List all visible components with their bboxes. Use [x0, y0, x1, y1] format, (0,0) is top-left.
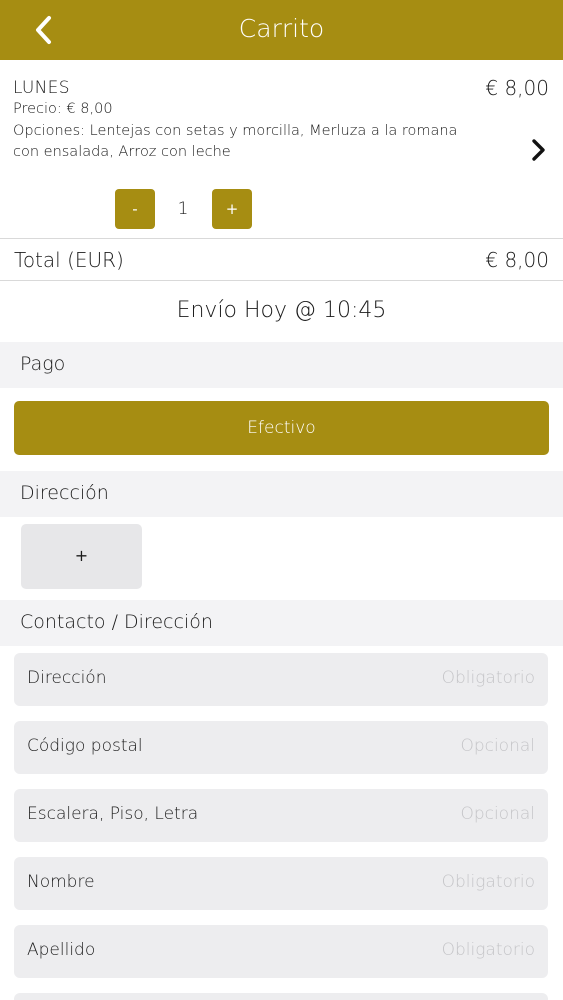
- item-unit-price: Precio: € 8,00: [13, 101, 113, 117]
- cart-item[interactable]: LUNES Precio: € 8,00 Opciones: Lentejas …: [0, 60, 563, 238]
- total-value: € 8,00: [485, 248, 549, 272]
- item-options: Opciones: Lentejas con setas y morcilla,…: [13, 121, 463, 163]
- field-placeholder: Opcional: [460, 804, 535, 824]
- section-title-contact: Contacto / Dirección: [20, 611, 213, 633]
- item-name: LUNES: [13, 78, 70, 98]
- section-title-address: Dirección: [20, 482, 109, 504]
- item-options-line-1: Opciones: Lentejas con setas y morcilla,…: [13, 123, 458, 139]
- item-total-price: € 8,00: [485, 76, 549, 100]
- total-label: Total (EUR): [14, 248, 124, 272]
- address-section-header: Dirección: [0, 471, 563, 517]
- field-label: Escalera, Piso, Letra: [27, 804, 199, 824]
- increase-quantity-button[interactable]: +: [212, 189, 252, 229]
- app-header: Carrito: [0, 0, 563, 60]
- floor-details-field[interactable]: Escalera, Piso, Letra Opcional: [14, 789, 548, 842]
- field-placeholder: Opcional: [460, 736, 535, 756]
- decrease-quantity-button[interactable]: -: [115, 189, 155, 229]
- first-name-field[interactable]: Nombre Obligatorio: [14, 857, 548, 910]
- delivery-time: Envío Hoy @ 10:45: [176, 298, 387, 323]
- postal-code-field[interactable]: Código postal Opcional: [14, 721, 548, 774]
- section-title-payment: Pago: [20, 353, 66, 375]
- field-placeholder: Obligatorio: [441, 668, 535, 688]
- next-field-partial[interactable]: [14, 993, 548, 1000]
- payment-section-header: Pago: [0, 342, 563, 388]
- field-label: Nombre: [27, 872, 95, 892]
- field-placeholder: Obligatorio: [441, 872, 535, 892]
- page-title: Carrito: [238, 14, 325, 43]
- total-row: Total (EUR) € 8,00: [0, 239, 563, 280]
- address-field[interactable]: Dirección Obligatorio: [14, 653, 548, 706]
- quantity-value: 1: [177, 199, 189, 219]
- field-label: Dirección: [27, 668, 107, 688]
- field-label: Apellido: [27, 940, 96, 960]
- payment-method-button[interactable]: Efectivo: [14, 401, 549, 455]
- contact-section-header: Contacto / Dirección: [0, 600, 563, 646]
- add-address-button[interactable]: +: [21, 524, 142, 589]
- item-options-line-2: con ensalada, Arroz con leche: [13, 144, 231, 160]
- field-placeholder: Obligatorio: [441, 940, 535, 960]
- chevron-right-icon[interactable]: [529, 138, 549, 162]
- field-label: Código postal: [27, 736, 143, 756]
- last-name-field[interactable]: Apellido Obligatorio: [14, 925, 548, 978]
